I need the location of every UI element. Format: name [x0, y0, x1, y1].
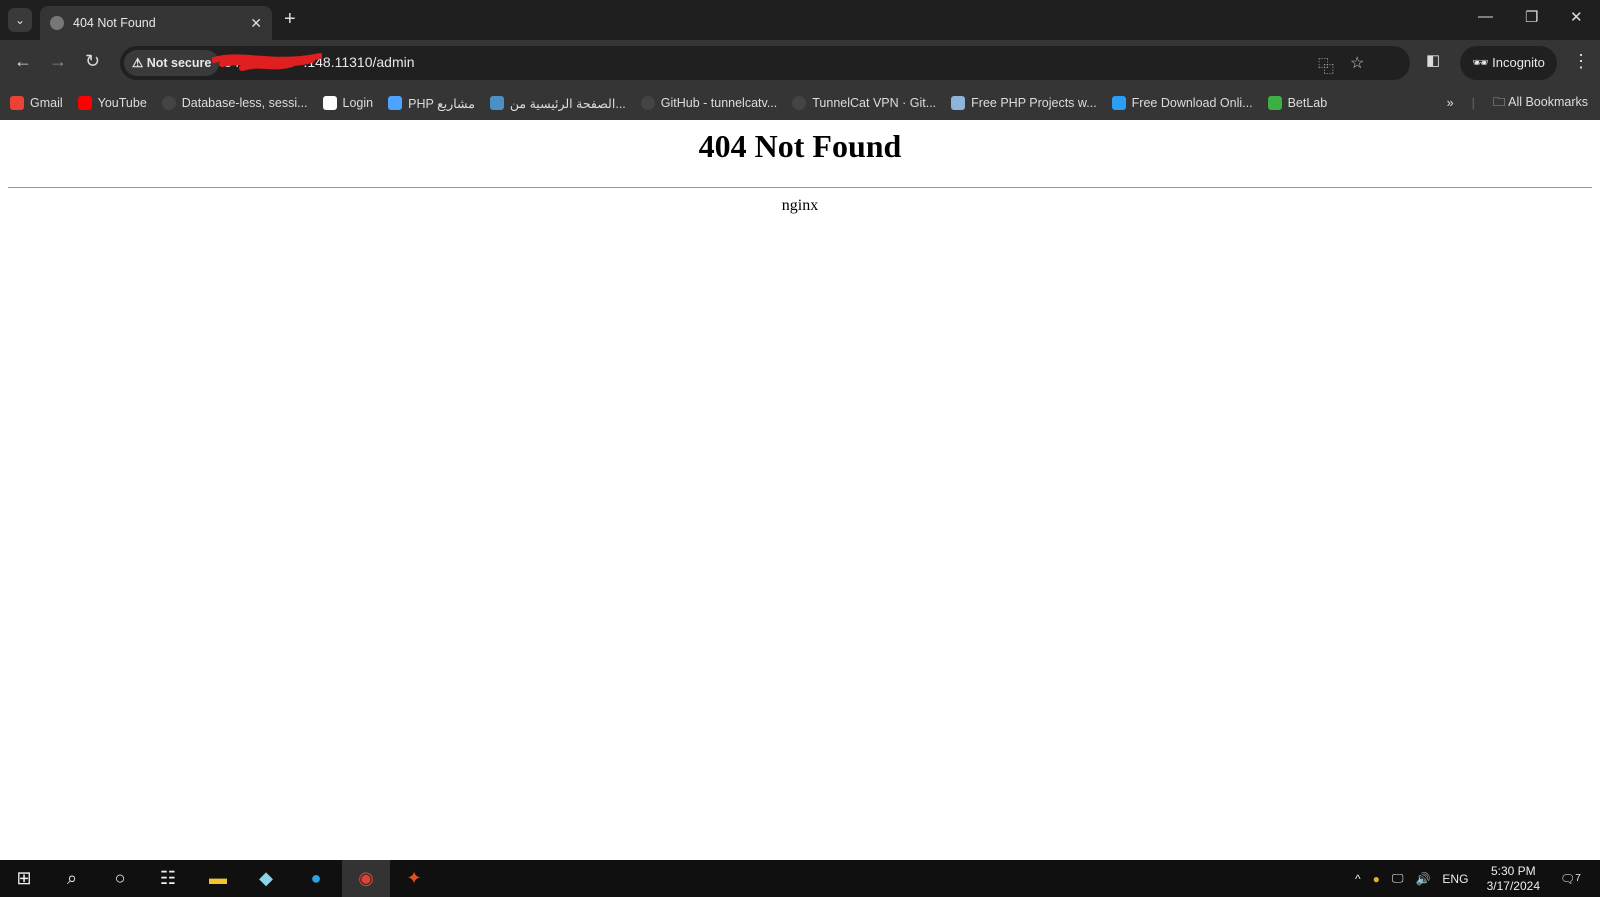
more-bookmarks-icon[interactable]: » [1447, 96, 1454, 110]
bookmark-database-less[interactable]: Database-less, sessi... [161, 96, 308, 110]
security-chip[interactable]: ⚠ Not secure [124, 50, 220, 76]
tab-title: 404 Not Found [73, 16, 156, 30]
bookmark-github-tunnelcat[interactable]: GitHub - tunnelcatv... [640, 96, 777, 110]
youtube-icon [77, 96, 92, 110]
betlab-icon [1267, 96, 1282, 110]
notifications-button[interactable]: 🗨 7 [1560, 860, 1581, 897]
mountain-icon [489, 96, 504, 110]
github-icon [792, 96, 807, 110]
language-indicator[interactable]: ENG [1442, 872, 1468, 886]
app-icon[interactable]: ✦ [390, 860, 438, 897]
bookmark-star-icon[interactable]: ☆ [1350, 53, 1364, 73]
globe-icon [50, 16, 64, 30]
clock[interactable]: 5:30 PM 3/17/2024 [1487, 864, 1540, 894]
bookmark-home-ar[interactable]: الصفحة الرئيسية من... [489, 96, 626, 111]
minimize-button[interactable]: — [1478, 8, 1493, 25]
network-icon[interactable]: 🖵 [1392, 871, 1404, 886]
file-explorer-icon[interactable]: ▬ [194, 860, 242, 897]
telegram-icon[interactable]: ● [292, 860, 340, 897]
notification-icon: 🗨 [1560, 871, 1576, 886]
bookmark-free-php[interactable]: Free PHP Projects w... [951, 96, 1097, 110]
app-icon[interactable]: ◆ [242, 860, 290, 897]
toolbar: ← → ↻ ⚠ Not secure 54. .148.11310/admin ⿻… [0, 40, 1600, 86]
bookmark-betlab[interactable]: BetLab [1267, 96, 1327, 110]
translate-icon[interactable]: ⿻ [1318, 53, 1334, 77]
github-icon [640, 96, 655, 110]
site-icon [951, 96, 966, 110]
bookmark-login[interactable]: Login [322, 96, 373, 110]
tab-strip: ⌄ 404 Not Found ✕ + — ❐ ✕ [0, 0, 1600, 40]
bookmark-gmail[interactable]: Gmail [10, 96, 63, 110]
github-icon [161, 96, 176, 110]
reload-button[interactable]: ↻ [85, 51, 100, 72]
address-bar[interactable]: ⚠ Not secure 54. .148.11310/admin ⿻ ☆ [120, 46, 1410, 80]
redaction-scribble [212, 53, 322, 71]
close-tab-icon[interactable]: ✕ [250, 15, 262, 32]
windows-start-icon[interactable]: ⊞ [0, 860, 48, 897]
bookmarks-bar: Gmail YouTube Database-less, sessi... Lo… [0, 86, 1600, 120]
task-view-icon[interactable]: ☷ [144, 860, 192, 897]
divider [8, 187, 1592, 188]
restore-button[interactable]: ❐ [1525, 8, 1538, 26]
server-signature: nginx [781, 197, 819, 214]
bookmark-php-projects-ar[interactable]: PHP مشاريع [388, 96, 475, 111]
taskbar: ⊞ ⌕ ○ ☷ ▬ ◆ ● ◉ ✦ ^ ● 🖵 🔊 ENG 5:30 PM 3/… [0, 860, 1600, 897]
close-window-button[interactable]: ✕ [1570, 8, 1583, 26]
search-icon[interactable]: ⌕ [48, 860, 96, 897]
tab-active[interactable]: 404 Not Found ✕ [40, 6, 272, 40]
gmail-icon [10, 96, 24, 110]
cortana-icon[interactable]: ○ [96, 860, 144, 897]
login-icon [322, 96, 337, 110]
new-tab-button[interactable]: + [284, 8, 296, 31]
incognito-indicator[interactable]: 🕶 Incognito [1460, 46, 1557, 80]
incognito-icon: 🕶 [1472, 55, 1493, 70]
chrome-icon[interactable]: ◉ [342, 860, 390, 897]
show-hidden-icons[interactable]: ^ [1355, 872, 1361, 886]
forward-button[interactable]: → [49, 51, 67, 72]
bookmark-free-download[interactable]: Free Download Onli... [1111, 96, 1253, 110]
folder-icon: 🗀 [1492, 94, 1509, 109]
back-button[interactable]: ← [14, 51, 32, 72]
page-content: 404 Not Found nginx [0, 120, 1600, 860]
divider: | [1471, 96, 1475, 110]
side-panel-icon[interactable]: ◧ [1426, 51, 1440, 69]
bookmark-youtube[interactable]: YouTube [77, 96, 147, 110]
menu-icon[interactable]: ⋮ [1572, 51, 1590, 72]
shield-icon [388, 96, 403, 110]
warning-icon: ⚠ [132, 56, 147, 70]
tray-app-icon[interactable]: ● [1373, 872, 1380, 886]
volume-icon[interactable]: 🔊 [1415, 872, 1430, 886]
page-heading: 404 Not Found [698, 128, 902, 164]
all-bookmarks-button[interactable]: 🗀 All Bookmarks [1493, 93, 1588, 114]
bookmark-tunnelcat-vpn[interactable]: TunnelCat VPN · Git... [792, 96, 936, 110]
shield-icon [1111, 96, 1126, 110]
tab-search-button[interactable]: ⌄ [8, 8, 32, 32]
